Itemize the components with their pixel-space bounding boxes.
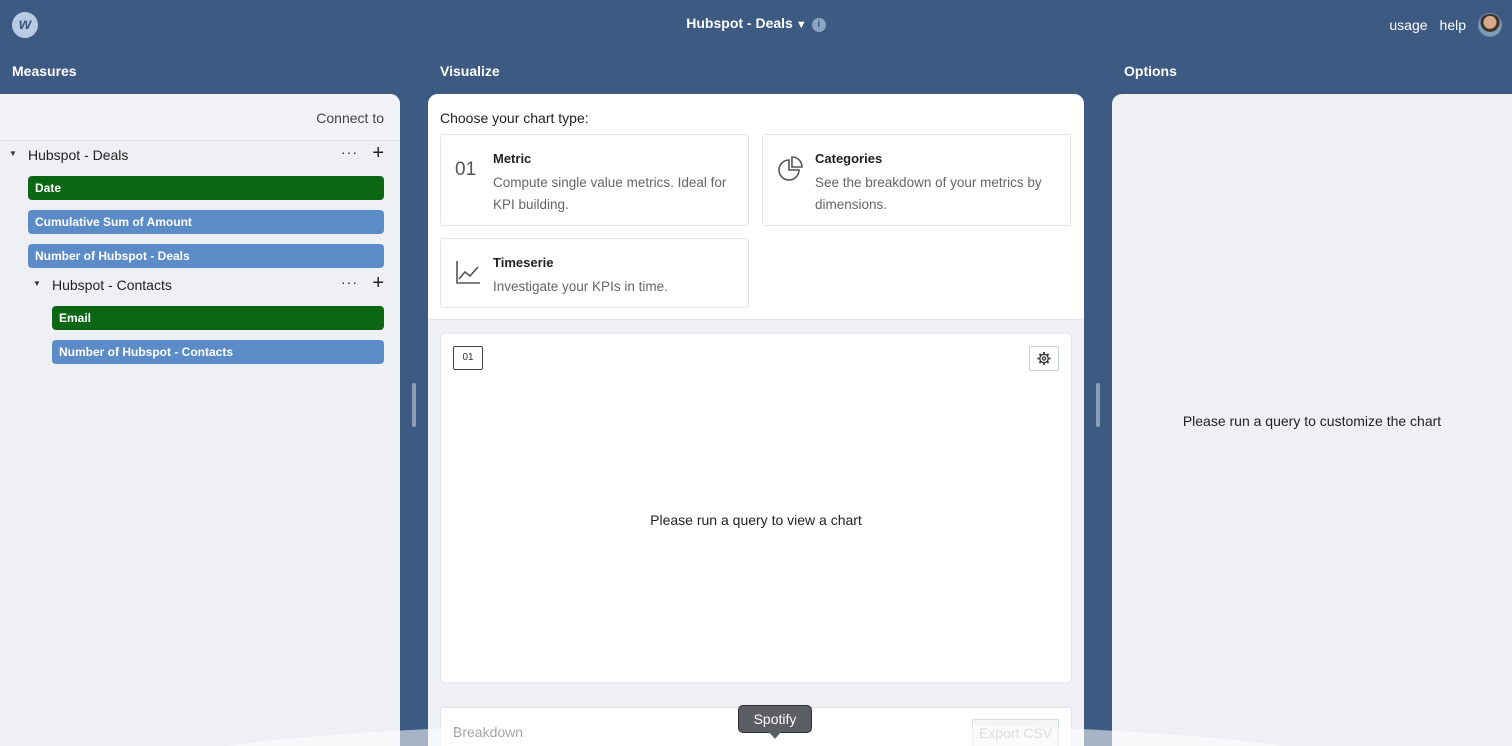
dataset-name[interactable]: Hubspot - Contacts	[52, 277, 172, 293]
chart-type-description: See the breakdown of your metrics by dim…	[815, 175, 1042, 212]
choose-chart-label: Choose your chart type:	[440, 110, 589, 126]
connect-to-button[interactable]: Connect to	[0, 94, 400, 141]
chart-placeholder: Please run a query to view a chart	[650, 512, 862, 528]
usage-link[interactable]: usage	[1389, 17, 1427, 33]
dataset-name[interactable]: Hubspot - Deals	[28, 147, 128, 163]
visualize-panel: Choose your chart type: 01 Metric Comput…	[428, 94, 1084, 746]
pie-chart-icon	[777, 155, 805, 189]
connect-to-label[interactable]: Connect to	[316, 110, 384, 126]
top-right-nav: usage help	[1389, 13, 1502, 37]
dataset-row-contacts[interactable]: ▼ Hubspot - Contacts ··· +	[0, 272, 400, 297]
field-pill-email[interactable]: Email	[52, 306, 384, 330]
plus-icon[interactable]: +	[372, 142, 384, 165]
options-placeholder: Please run a query to customize the char…	[1182, 413, 1442, 429]
line-chart-icon	[455, 259, 481, 291]
field-pill-date[interactable]: Date	[28, 176, 384, 200]
chart-type-timeserie[interactable]: Timeserie Investigate your KPIs in time.	[440, 238, 749, 308]
options-heading: Options	[1124, 63, 1177, 79]
chart-type-name: Categories	[815, 151, 883, 166]
info-icon[interactable]: i	[811, 18, 826, 32]
chart-area: 01 Please run a query to view a chart	[440, 333, 1072, 683]
chart-settings-button[interactable]	[1029, 346, 1059, 371]
chart-type-name: Timeserie	[493, 255, 554, 270]
top-bar: w Hubspot - Deals ▼ i usage help	[0, 0, 1512, 48]
chart-type-categories[interactable]: Categories See the breakdown of your met…	[762, 134, 1071, 226]
chart-type-chooser: Choose your chart type: 01 Metric Comput…	[428, 94, 1084, 320]
dock-tooltip: Spotify	[738, 705, 812, 739]
measures-panel: Connect to ▼ Hubspot - Deals ··· + Date …	[0, 94, 400, 746]
measures-heading: Measures	[12, 63, 77, 79]
field-pill-cumulative-sum[interactable]: Cumulative Sum of Amount	[28, 210, 384, 234]
dataset-selector[interactable]: Hubspot - Deals ▼ i	[0, 15, 1512, 32]
right-resize-handle[interactable]	[1096, 383, 1100, 427]
caret-down-icon[interactable]: ▼	[796, 19, 807, 31]
ellipsis-icon[interactable]: ···	[341, 274, 358, 290]
field-pill-number-of-deals[interactable]: Number of Hubspot - Deals	[28, 244, 384, 268]
field-pill-number-of-contacts[interactable]: Number of Hubspot - Contacts	[52, 340, 384, 364]
dataset-title[interactable]: Hubspot - Deals	[686, 15, 793, 31]
left-resize-handle[interactable]	[412, 383, 416, 427]
avatar[interactable]	[1478, 13, 1502, 37]
plus-icon[interactable]: +	[372, 272, 384, 295]
chart-type-metric[interactable]: 01 Metric Compute single value metrics. …	[440, 134, 749, 226]
gear-icon	[1037, 352, 1051, 365]
ellipsis-icon[interactable]: ···	[341, 144, 358, 160]
metric-badge[interactable]: 01	[453, 346, 483, 370]
options-panel: Please run a query to customize the char…	[1112, 94, 1512, 746]
chart-type-description: Compute single value metrics. Ideal for …	[493, 175, 727, 212]
metric-icon: 01	[455, 159, 477, 180]
dataset-row-deals[interactable]: ▼ Hubspot - Deals ··· +	[0, 142, 400, 167]
collapse-triangle-icon[interactable]: ▼	[33, 279, 41, 288]
visualize-heading: Visualize	[440, 63, 500, 79]
help-link[interactable]: help	[1440, 17, 1466, 33]
chart-type-description: Investigate your KPIs in time.	[493, 279, 668, 294]
collapse-triangle-icon[interactable]: ▼	[9, 149, 17, 158]
chart-type-name: Metric	[493, 151, 532, 166]
